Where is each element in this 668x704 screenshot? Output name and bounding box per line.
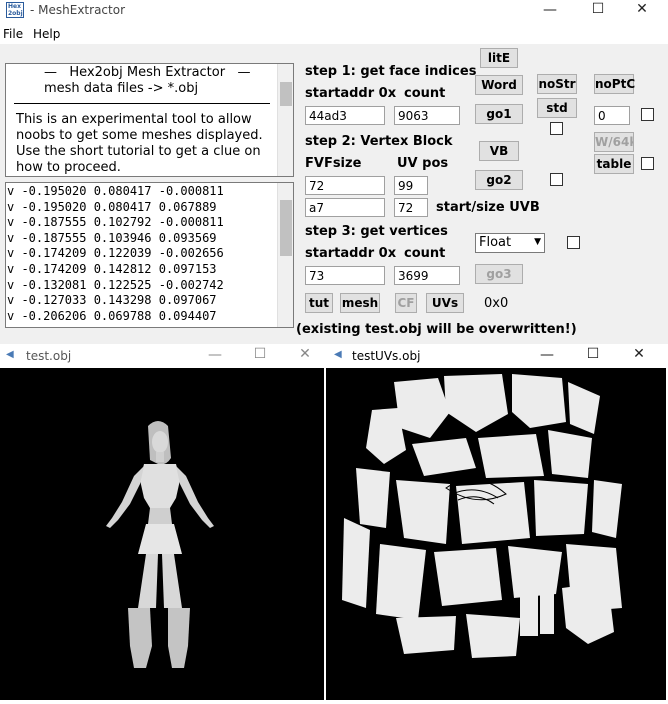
float-select[interactable]: Float ▼ (475, 233, 545, 253)
std-checkbox[interactable] (550, 122, 563, 135)
menu-help[interactable]: Help (33, 27, 60, 41)
test-obj-viewport[interactable] (0, 368, 324, 700)
maximize-icon[interactable]: ☐ (245, 346, 275, 362)
chevron-down-icon: ▼ (534, 237, 541, 247)
close-icon[interactable]: ✕ (290, 346, 320, 362)
noptc-button[interactable]: noPtC (594, 74, 635, 94)
minimize-icon[interactable]: — (532, 347, 562, 363)
menu-file[interactable]: File (3, 27, 23, 41)
vertex-list[interactable]: v -0.195020 0.080417 -0.000811 v -0.19502… (5, 182, 294, 328)
test-obj-titlebar: ◀ test.obj — ☐ ✕ (0, 344, 324, 368)
vertex-scroll-thumb[interactable] (280, 200, 292, 256)
close-icon[interactable]: ✕ (624, 346, 654, 362)
vertex-line: v -0.195020 0.080417 0.067889 (7, 199, 217, 214)
vertex-line: v -0.195020 0.080417 -0.000811 (7, 184, 224, 198)
window-app-icon: ◀ (334, 349, 342, 360)
uvpos-input[interactable]: 99 (394, 176, 428, 195)
vertex-line: v -0.127033 0.143298 0.097067 (7, 293, 217, 308)
test-obj-title: test.obj (26, 349, 72, 363)
uv-layout-render (342, 374, 622, 658)
about-subheading: mesh data files -> *.obj (44, 81, 199, 96)
maximize-icon[interactable]: ☐ (583, 1, 613, 17)
mesh-button[interactable]: mesh (340, 293, 380, 313)
step1-count-input[interactable]: 9063 (394, 106, 460, 125)
go2-button[interactable]: go2 (475, 170, 523, 190)
uvs-button[interactable]: UVs (426, 293, 464, 313)
lite-button[interactable]: litE (480, 48, 518, 68)
vertex-line: v -0.187555 0.103946 0.093569 (7, 230, 217, 245)
go1-button[interactable]: go1 (475, 104, 523, 124)
vertex-line: v -0.174209 0.142812 0.097153 (7, 261, 217, 276)
about-scroll-thumb[interactable] (280, 82, 292, 106)
window-app-icon: ◀ (6, 349, 14, 360)
float-select-value: Float (479, 235, 512, 250)
maximize-icon[interactable]: ☐ (578, 346, 608, 362)
tut-button[interactable]: tut (305, 293, 333, 313)
close-icon[interactable]: ✕ (627, 1, 657, 17)
step2-title: step 2: Vertex Block (305, 134, 453, 149)
cf-button[interactable]: CF (395, 293, 417, 313)
about-divider (14, 103, 270, 104)
fvfsize-label: FVFsize (305, 156, 362, 171)
about-heading: — Hex2obj Mesh Extractor — (44, 65, 251, 80)
about-textbox[interactable]: — Hex2obj Mesh Extractor — mesh data fil… (5, 63, 294, 177)
about-scrollbar[interactable] (277, 64, 293, 176)
step3-count-label: count (404, 246, 446, 261)
step3-startaddr-input[interactable]: 73 (305, 266, 385, 285)
vertex-line: v -0.132081 0.122525 -0.002742 (7, 277, 224, 292)
vertex-scrollbar[interactable] (277, 183, 293, 327)
test-uvs-title: testUVs.obj (352, 349, 421, 363)
vertex-line: v -0.174209 0.122039 -0.002656 (7, 246, 224, 261)
title-bar: Hex 2obj - MeshExtractor — ☐ ✕ (0, 0, 668, 22)
app-logo-icon: Hex 2obj (6, 2, 24, 18)
std-button[interactable]: std (537, 98, 577, 118)
step1-count-label: count (404, 86, 446, 101)
test-uvs-viewport[interactable] (326, 368, 666, 700)
word-button[interactable]: Word (475, 75, 523, 95)
step3-title: step 3: get vertices (305, 224, 448, 239)
test-uvs-titlebar: ◀ testUVs.obj — ☐ ✕ (326, 344, 668, 368)
step1-title: step 1: get face indices (305, 64, 477, 79)
vb-button[interactable]: VB (479, 141, 519, 161)
about-body: This is an experimental tool to allow no… (16, 112, 263, 175)
vertex-line: v -0.187555 0.102792 -0.000811 (7, 215, 224, 230)
hex-readout: 0x0 (484, 296, 509, 311)
vertex-line: v -0.206206 0.069788 0.094407 (7, 308, 217, 323)
step1-startaddr-input[interactable]: 44ad3 (305, 106, 385, 125)
go2-checkbox[interactable] (550, 173, 563, 186)
table-button[interactable]: table (594, 154, 634, 174)
minimize-icon[interactable]: — (535, 2, 565, 18)
uvb-start-input[interactable]: a7 (305, 198, 385, 217)
fvfsize-input[interactable]: 72 (305, 176, 385, 195)
start-size-uvb-label: start/size UVB (436, 200, 540, 215)
ptc-input[interactable]: 0 (594, 106, 630, 125)
nostr-button[interactable]: noStr (537, 74, 577, 94)
character-mesh-render (106, 421, 214, 668)
uvb-size-input[interactable]: 72 (394, 198, 428, 217)
go3-button[interactable]: go3 (475, 264, 523, 284)
ptc-checkbox[interactable] (641, 108, 654, 121)
w64k-button[interactable]: W/64k (594, 132, 634, 152)
app-title: - MeshExtractor (30, 3, 126, 17)
uvpos-label: UV pos (397, 156, 449, 171)
vertex-lines: v -0.195020 0.080417 -0.000811 v -0.19502… (7, 184, 224, 324)
table-checkbox[interactable] (641, 157, 654, 170)
minimize-icon[interactable]: — (200, 347, 230, 363)
menu-bar: File Help (0, 24, 668, 44)
step3-startaddr-label: startaddr 0x (305, 246, 397, 261)
float-checkbox[interactable] (567, 236, 580, 249)
overwrite-note: (existing test.obj will be overwritten!) (296, 322, 577, 337)
step3-count-input[interactable]: 3699 (394, 266, 460, 285)
step1-startaddr-label: startaddr 0x (305, 86, 397, 101)
